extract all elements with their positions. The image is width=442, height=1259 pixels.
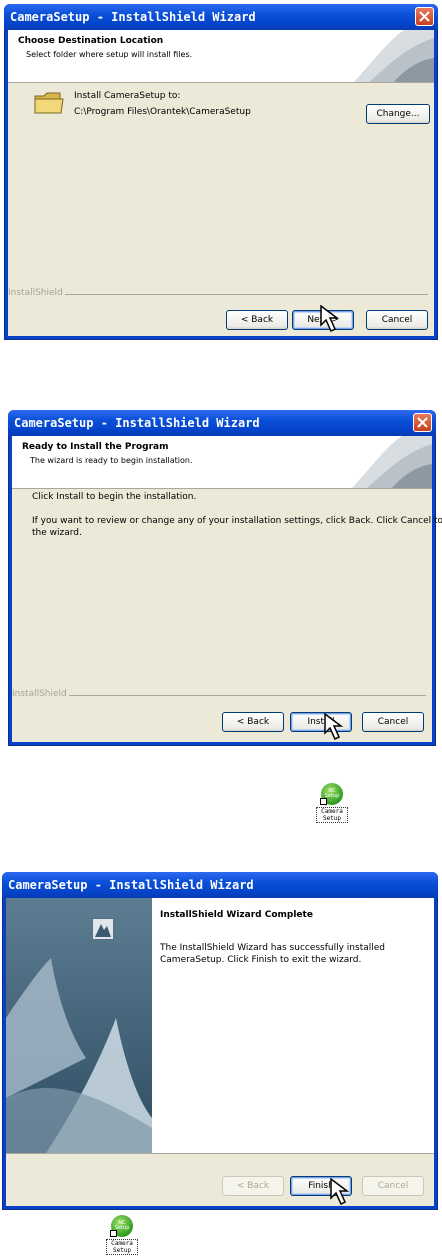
- title-bar[interactable]: CameraSetup - InstallShield Wizard: [4, 4, 438, 30]
- complete-title: InstallShield Wizard Complete: [160, 910, 313, 920]
- button-divider: [6, 1153, 434, 1154]
- back-button[interactable]: < Back: [226, 310, 288, 330]
- wizard-header: Choose Destination Location Select folde…: [8, 30, 434, 83]
- cancel-button[interactable]: Cancel: [362, 712, 424, 732]
- shortcut-arrow-icon: [110, 1230, 117, 1237]
- folder-icon: [34, 92, 64, 114]
- content-panel: [152, 898, 434, 1153]
- shortcut-label-line1: Camera: [111, 1240, 133, 1247]
- installshield-divider: [8, 294, 428, 295]
- window-title: CameraSetup - InstallShield Wizard: [14, 416, 260, 430]
- header-subtitle: Select folder where setup will install f…: [26, 50, 193, 59]
- shortcut-label-line2: Setup: [112, 1247, 132, 1254]
- installshield-label: InstallShield: [8, 288, 65, 298]
- install-path: C:\Program Files\Orantek\CameraSetup: [74, 107, 251, 117]
- mouse-pointer-icon: [330, 1178, 350, 1206]
- cancel-button[interactable]: Cancel: [366, 310, 428, 330]
- dialog-wizard-complete: CameraSetup - InstallShield Wizard Insta…: [2, 872, 438, 1210]
- review-text-line1: If you want to review or change any of y…: [32, 516, 442, 526]
- review-text-line2: the wizard.: [32, 528, 82, 538]
- complete-message-line2: CameraSetup. Click Finish to exit the wi…: [160, 955, 362, 965]
- shortcut-label: Camera Setup: [316, 807, 348, 823]
- back-button[interactable]: < Back: [222, 1176, 284, 1196]
- window-title: CameraSetup - InstallShield Wizard: [10, 10, 256, 24]
- complete-message-line1: The InstallShield Wizard has successfull…: [160, 943, 385, 953]
- mouse-pointer-icon: [324, 713, 344, 741]
- camera-setup-desktop-shortcut[interactable]: NC Setup Camera Setup: [106, 1215, 138, 1255]
- cancel-button[interactable]: Cancel: [362, 1176, 424, 1196]
- window-title: CameraSetup - InstallShield Wizard: [8, 878, 254, 892]
- installshield-divider: [12, 695, 426, 696]
- shortcut-label-line2: Setup: [322, 815, 342, 822]
- installshield-banner-art: [354, 30, 434, 82]
- dialog-ready-to-install: CameraSetup - InstallShield Wizard Ready…: [8, 410, 442, 746]
- header-title: Ready to Install the Program: [22, 442, 169, 452]
- camera-setup-desktop-shortcut[interactable]: NC Setup Camera Setup: [316, 783, 348, 823]
- close-button[interactable]: [413, 413, 432, 432]
- dialog-choose-destination: CameraSetup - InstallShield Wizard Choos…: [4, 4, 438, 340]
- close-icon: [419, 11, 430, 22]
- installshield-side-panel-art: [6, 898, 152, 1153]
- change-button[interactable]: Change...: [366, 104, 430, 124]
- header-subtitle: The wizard is ready to begin installatio…: [30, 456, 193, 465]
- header-title: Choose Destination Location: [18, 36, 164, 46]
- mouse-pointer-icon: [320, 305, 340, 333]
- title-bar[interactable]: CameraSetup - InstallShield Wizard: [8, 410, 436, 436]
- close-icon: [417, 417, 428, 428]
- shortcut-label: Camera Setup: [106, 1239, 138, 1255]
- close-button[interactable]: [415, 7, 434, 26]
- wizard-header: Ready to Install the Program The wizard …: [12, 436, 432, 489]
- shortcut-label-line1: Camera: [321, 808, 343, 815]
- installshield-logo-icon: [92, 918, 114, 940]
- title-bar[interactable]: CameraSetup - InstallShield Wizard: [2, 872, 438, 898]
- back-button[interactable]: < Back: [222, 712, 284, 732]
- instruction-text: Click Install to begin the installation.: [32, 492, 197, 502]
- installshield-banner-art: [352, 436, 432, 488]
- shortcut-arrow-icon: [320, 798, 327, 805]
- installshield-label: InstallShield: [12, 689, 69, 699]
- install-to-label: Install CameraSetup to:: [74, 91, 181, 101]
